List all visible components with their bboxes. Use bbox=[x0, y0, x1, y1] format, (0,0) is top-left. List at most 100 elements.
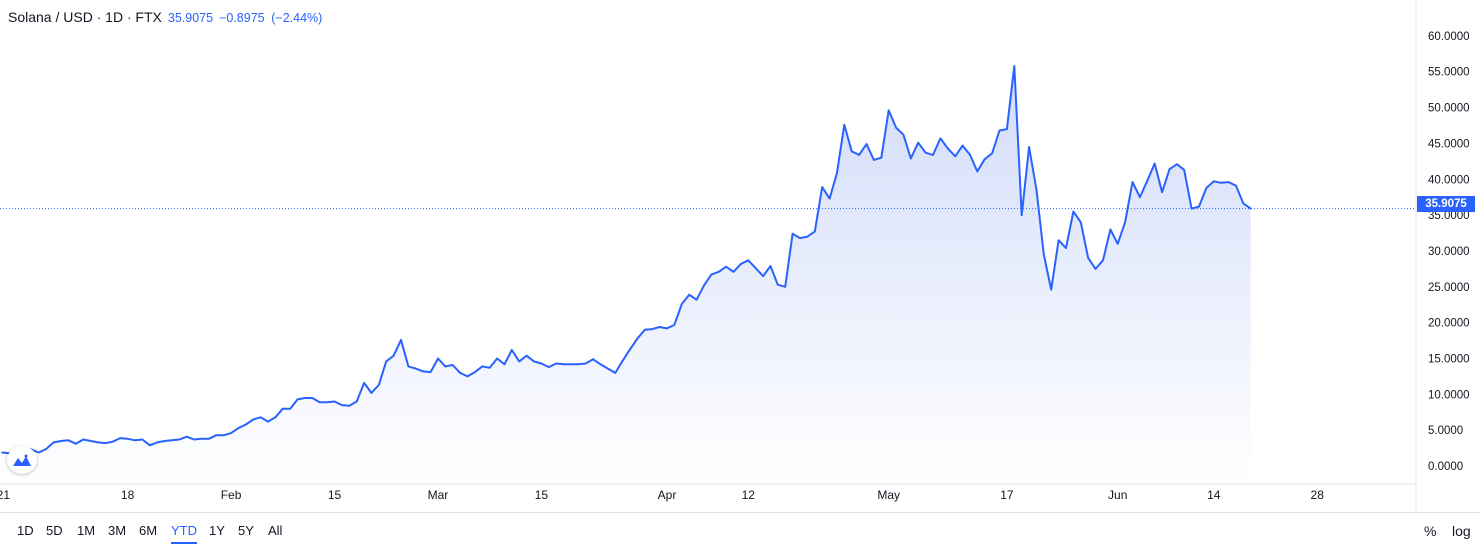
price-point bbox=[629, 348, 631, 351]
price-point bbox=[562, 363, 565, 366]
price-point bbox=[429, 371, 432, 373]
price-point bbox=[459, 372, 461, 374]
price-point bbox=[1013, 65, 1016, 67]
price-axis[interactable]: 60.000055.000050.000045.000040.000035.00… bbox=[1428, 31, 1470, 473]
time-tick-label: Feb bbox=[221, 488, 242, 502]
range-5y-button[interactable]: 5Y bbox=[238, 523, 254, 538]
price-point bbox=[910, 157, 912, 160]
price-point bbox=[725, 265, 727, 268]
price-point bbox=[89, 440, 92, 442]
price-point bbox=[326, 401, 328, 404]
price-point bbox=[126, 438, 129, 440]
price-point bbox=[503, 363, 506, 366]
price-point bbox=[599, 363, 602, 366]
price-point bbox=[592, 358, 594, 361]
price-point bbox=[311, 397, 314, 399]
price-point bbox=[1235, 184, 1237, 187]
price-point bbox=[880, 156, 883, 159]
price-point bbox=[422, 370, 425, 373]
price-point bbox=[1227, 181, 1230, 183]
price-point bbox=[932, 154, 934, 156]
price-point bbox=[1094, 268, 1097, 270]
date-range-toolbar: 1D 5D 1M 3M 6M YTD 1Y 5Y All % log bbox=[0, 512, 1481, 551]
price-point bbox=[407, 365, 410, 368]
price-point bbox=[392, 354, 395, 357]
price-point bbox=[902, 134, 905, 136]
price-point bbox=[1057, 239, 1060, 241]
legend-separator: · bbox=[96, 10, 102, 25]
price-point bbox=[651, 328, 653, 330]
price-point bbox=[688, 293, 690, 296]
price-point bbox=[1087, 257, 1089, 259]
price-point bbox=[112, 440, 114, 443]
price-point bbox=[703, 284, 705, 287]
price-point bbox=[378, 384, 380, 386]
price-point bbox=[259, 416, 262, 419]
price-point bbox=[304, 397, 306, 399]
price-point bbox=[437, 357, 439, 360]
price-point bbox=[363, 382, 365, 384]
price-point bbox=[1205, 187, 1208, 189]
price-point bbox=[75, 443, 77, 445]
price-point bbox=[917, 141, 919, 144]
price-point bbox=[607, 367, 609, 370]
price-point bbox=[821, 186, 823, 188]
percent-scale-toggle[interactable]: % bbox=[1424, 523, 1436, 539]
time-tick-label: Apr bbox=[658, 488, 677, 502]
range-3m-button[interactable]: 3M bbox=[108, 523, 126, 538]
price-point bbox=[784, 286, 786, 288]
price-point bbox=[237, 427, 240, 429]
price-point bbox=[828, 197, 831, 200]
price-tick-label: 55.0000 bbox=[1428, 67, 1470, 79]
price-point bbox=[1006, 128, 1008, 130]
range-1y-button[interactable]: 1Y bbox=[209, 523, 225, 538]
interval-label: 1D bbox=[105, 9, 124, 25]
price-point bbox=[45, 448, 48, 450]
range-5d-button[interactable]: 5D bbox=[46, 523, 63, 538]
chart-canvas[interactable]: 60.000055.000050.000045.000040.000035.00… bbox=[0, 0, 1481, 512]
range-1m-button[interactable]: 1M bbox=[77, 523, 95, 538]
price-point bbox=[496, 357, 498, 360]
range-1d-button[interactable]: 1D bbox=[17, 523, 34, 538]
price-point bbox=[1161, 191, 1163, 193]
price-point bbox=[178, 438, 181, 441]
price-point bbox=[215, 434, 218, 437]
price-tick-label: 40.0000 bbox=[1428, 174, 1470, 186]
price-point bbox=[1190, 207, 1193, 210]
tradingview-logo-button[interactable] bbox=[7, 446, 37, 474]
log-scale-toggle[interactable]: log bbox=[1452, 523, 1471, 539]
price-point bbox=[843, 124, 846, 126]
range-all-button[interactable]: All bbox=[268, 523, 282, 538]
price-point bbox=[444, 365, 447, 368]
price-point bbox=[791, 233, 794, 235]
price-point bbox=[185, 435, 188, 438]
price-point bbox=[149, 444, 151, 447]
price-point bbox=[570, 363, 572, 366]
symbol-name[interactable]: Solana / USD bbox=[8, 9, 93, 25]
price-point bbox=[518, 360, 520, 363]
price-point bbox=[252, 418, 254, 421]
price-point bbox=[681, 303, 683, 305]
price-point bbox=[230, 432, 232, 434]
price-point bbox=[1176, 163, 1178, 165]
price-point bbox=[762, 275, 764, 277]
price-point bbox=[947, 147, 949, 150]
time-tick-label: Jun bbox=[1108, 488, 1127, 502]
price-point bbox=[60, 440, 62, 442]
price-point bbox=[1065, 247, 1067, 249]
price-point bbox=[134, 439, 136, 442]
time-tick-label: 2021 bbox=[0, 488, 10, 502]
price-point bbox=[1020, 214, 1023, 216]
range-6m-button[interactable]: 6M bbox=[139, 523, 157, 538]
time-axis[interactable]: 2021 18 Feb 15 Mar 15 Apr 12 May 17 Jun 14 28 bbox=[0, 488, 1324, 502]
time-tick-label: 17 bbox=[1000, 488, 1014, 502]
price-point bbox=[511, 349, 513, 351]
chart-widget: 60.0000 55.0000 50.0000 45.0000 40.0000 35.00… bbox=[0, 0, 1481, 550]
price-area-fill bbox=[2, 66, 1251, 484]
price-point bbox=[82, 438, 85, 441]
range-ytd-button[interactable]: YTD bbox=[171, 523, 197, 544]
price-point bbox=[341, 404, 343, 406]
price-point bbox=[156, 441, 158, 444]
price-point bbox=[1, 451, 3, 454]
time-tick-label: 18 bbox=[121, 488, 135, 502]
